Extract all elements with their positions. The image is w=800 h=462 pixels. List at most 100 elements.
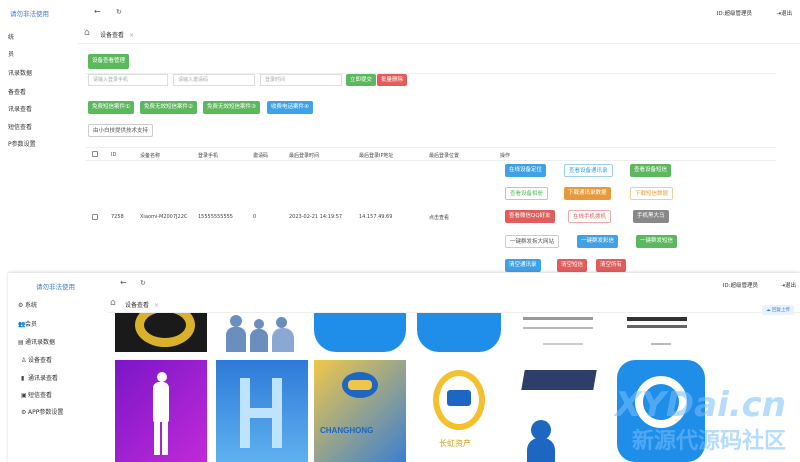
table-header-border: [86, 160, 776, 161]
download-contacts-button[interactable]: 下载通讯录数据: [564, 187, 611, 200]
phone-trojan-button[interactable]: 手机黑大马: [633, 210, 669, 223]
clear-all-button[interactable]: 清空所有: [596, 259, 627, 272]
cell-ip: 14.157.49.69: [359, 214, 393, 220]
gear-icon: ⚙: [18, 302, 24, 309]
col-header-time: 最后登录时间: [289, 153, 320, 159]
view-contacts-button[interactable]: 查看设备通讯录: [564, 164, 613, 177]
back-arrow-icon[interactable]: ←: [94, 7, 101, 16]
topbar: ← ↻ ID:超级管理员 ⇥退出: [108, 273, 800, 295]
brand-title: 请勿非法使用: [10, 10, 49, 18]
free-sms-button-2[interactable]: 免费无效短信案件②: [140, 101, 197, 114]
upload-reply-button[interactable]: ☁ 回复上传: [762, 305, 794, 315]
login-phone-input[interactable]: [88, 74, 168, 86]
home-icon[interactable]: ⌂: [110, 298, 116, 308]
locate-device-button[interactable]: 在线设备定位: [505, 164, 547, 177]
table-top-border: [86, 147, 776, 148]
paid-call-button[interactable]: 收费电话案件④: [267, 101, 313, 114]
watermark-domain: XYDai.cn: [615, 385, 786, 425]
sidebar-item-members[interactable]: 👥会员: [18, 319, 37, 328]
tab-device-view[interactable]: 设备查看 ×: [125, 300, 159, 309]
sidebar-item-sms-view[interactable]: 短信查看: [8, 122, 32, 131]
col-header-phone: 登录手机: [198, 153, 219, 159]
back-arrow-icon[interactable]: ←: [120, 278, 127, 287]
book-icon: ▮: [21, 375, 25, 382]
album-image[interactable]: [513, 313, 605, 352]
row-checkbox[interactable]: [92, 214, 98, 220]
album-image[interactable]: [513, 360, 605, 462]
view-sms-button[interactable]: 查看设备短信: [630, 164, 672, 177]
sidebar-item-device-view[interactable]: 备查看: [8, 87, 26, 96]
album-image[interactable]: [115, 360, 207, 462]
close-icon[interactable]: ×: [129, 32, 134, 39]
device-manage-button[interactable]: 设备查看管理: [88, 54, 130, 69]
login-time-input[interactable]: [260, 74, 342, 86]
screenshot-device-table: 请勿非法使用 统 员 讯录数据 备查看 讯录查看 短信查看 P参数设置 ← ↻ …: [0, 0, 800, 275]
settings-icon: ⚙: [21, 409, 27, 416]
cell-location-link[interactable]: 点击查看: [429, 214, 449, 221]
album-image[interactable]: 长虹资产: [413, 360, 505, 462]
submit-button[interactable]: 立即提交: [346, 74, 377, 86]
user-icon: ♙: [21, 357, 27, 364]
cell-time: 2023-02-21 14:19:57: [289, 214, 343, 220]
tech-support-button[interactable]: 由小白技提供技术支持: [88, 124, 154, 137]
sidebar-item-contacts-view[interactable]: 讯录查看: [8, 104, 32, 113]
col-header-location: 最后登录位置: [429, 153, 460, 159]
users-icon: 👥: [18, 321, 26, 328]
album-image-text: 长虹资产: [439, 439, 471, 448]
col-header-invite: 邀请码: [253, 153, 269, 159]
tab-bar: ⌂ 设备查看 ×: [78, 24, 800, 44]
logout-link[interactable]: ⇥退出: [780, 281, 796, 289]
sidebar-item-contacts-data[interactable]: 讯录数据: [8, 68, 32, 77]
tab-device-view[interactable]: 设备查看 ×: [100, 30, 134, 39]
clear-contacts-button[interactable]: 清空通讯录: [505, 259, 541, 272]
sidebar-item-system[interactable]: 统: [8, 32, 14, 41]
free-sms-button-1[interactable]: 免费短信案件①: [88, 101, 134, 114]
album-image[interactable]: CHANGHONG: [314, 360, 406, 462]
col-header-device: 设备名称: [140, 153, 161, 159]
batch-delete-button[interactable]: 批量删除: [377, 74, 408, 86]
cell-id: 7258: [111, 214, 124, 220]
invite-code-input[interactable]: [173, 74, 255, 86]
sidebar-item-contacts-data[interactable]: ▤通讯录数据: [18, 337, 55, 346]
topbar: ← ↻ ID:超级管理员 ⇥退出: [78, 0, 800, 24]
col-header-id: ID: [111, 152, 117, 158]
album-image[interactable]: [115, 313, 207, 352]
sidebar-item-system[interactable]: ⚙ 系统: [18, 300, 37, 309]
mass-send-site-button[interactable]: 一键群发拆大网站: [505, 235, 560, 248]
download-sms-button[interactable]: 下载短信数据: [630, 187, 674, 200]
album-image[interactable]: [216, 360, 308, 462]
clear-sms-button[interactable]: 清空短信: [557, 259, 588, 272]
mass-send-sms-button[interactable]: 一键群发短信: [636, 235, 678, 248]
select-all-checkbox[interactable]: [92, 151, 98, 157]
sidebar-item-app-settings[interactable]: P参数设置: [8, 139, 36, 148]
sidebar-item-sms-view[interactable]: ▣短信查看: [21, 390, 52, 399]
view-album-button[interactable]: 查看设备相册: [505, 187, 549, 200]
album-image-text: CHANGHONG: [320, 426, 374, 435]
view-wechat-qq-button[interactable]: 查看微信QQ好友: [505, 210, 555, 223]
online-dial-button[interactable]: 在线手机拨机: [568, 210, 612, 223]
sidebar: 请勿非法使用 ⚙ 系统 👥会员 ▤通讯录数据 ♙ 设备查看 ▮ 通讯录查看 ▣短信查看…: [8, 273, 108, 462]
cell-device: Xiaomi-M2007J22C: [140, 214, 188, 220]
current-user[interactable]: ID:超级管理员: [723, 281, 758, 289]
mass-send-mms-button[interactable]: 一键群发彩信: [577, 235, 619, 248]
album-image[interactable]: [413, 313, 505, 352]
album-image[interactable]: [611, 313, 703, 352]
cloud-icon: ☁: [766, 308, 771, 313]
sidebar-item-contacts-view[interactable]: ▮ 通讯录查看: [21, 373, 58, 382]
logout-link[interactable]: ⇥退出: [776, 9, 792, 17]
close-icon[interactable]: ×: [154, 302, 159, 309]
sidebar-item-device-view[interactable]: ♙ 设备查看: [21, 355, 52, 364]
sidebar-item-members[interactable]: 员: [8, 49, 14, 58]
refresh-icon[interactable]: ↻: [140, 279, 146, 287]
refresh-icon[interactable]: ↻: [116, 8, 122, 16]
album-image[interactable]: [216, 313, 308, 352]
sidebar-item-app-settings[interactable]: ⚙ APP参数设置: [21, 407, 63, 416]
tab-bar: ⌂ 设备查看 ×: [108, 295, 800, 313]
free-sms-button-3[interactable]: 免费无效短信案件③: [203, 101, 260, 114]
watermark-site-name: 新源代源码社区: [631, 429, 786, 454]
cell-invite: 0: [253, 214, 257, 220]
album-image[interactable]: [314, 313, 406, 352]
brand-title: 请勿非法使用: [36, 283, 75, 291]
home-icon[interactable]: ⌂: [84, 28, 90, 38]
current-user[interactable]: ID:超级管理员: [717, 9, 752, 17]
